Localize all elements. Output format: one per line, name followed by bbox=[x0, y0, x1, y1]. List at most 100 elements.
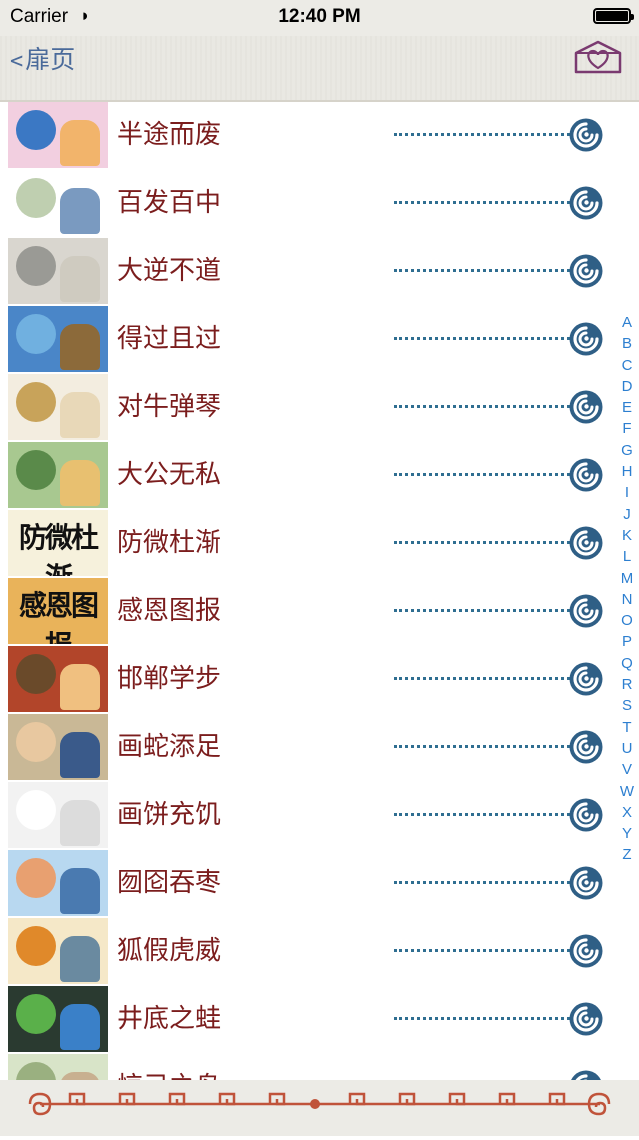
index-letter[interactable]: Y bbox=[618, 823, 636, 844]
list-item[interactable]: 半途而废 bbox=[8, 100, 608, 168]
back-button[interactable]: <扉页 bbox=[10, 40, 75, 76]
spiral-icon[interactable] bbox=[568, 389, 604, 429]
idiom-label: 对牛弹琴 bbox=[117, 392, 222, 422]
chevron-left-icon: < bbox=[10, 49, 24, 74]
idiom-label: 半途而废 bbox=[117, 120, 222, 150]
spiral-icon[interactable] bbox=[568, 253, 604, 293]
index-letter[interactable]: J bbox=[618, 504, 636, 525]
list-item[interactable]: 邯郸学步 bbox=[8, 644, 608, 712]
decorative-footer bbox=[0, 1080, 639, 1136]
idiom-label: 大公无私 bbox=[117, 460, 222, 490]
idiom-thumbnail: 防微杜渐 bbox=[8, 510, 108, 576]
idiom-thumbnail bbox=[8, 1054, 108, 1080]
index-letter[interactable]: C bbox=[618, 355, 636, 376]
index-letter[interactable]: K bbox=[618, 525, 636, 546]
index-letter[interactable]: F bbox=[618, 418, 636, 439]
idiom-label: 画蛇添足 bbox=[117, 732, 222, 762]
idiom-label: 狐假虎威 bbox=[117, 936, 222, 966]
dotted-leader bbox=[394, 949, 570, 952]
index-letter[interactable]: G bbox=[618, 440, 636, 461]
index-letter[interactable]: S bbox=[618, 695, 636, 716]
idiom-label: 井底之蛙 bbox=[117, 1004, 222, 1034]
idiom-thumbnail bbox=[8, 170, 108, 236]
dotted-leader bbox=[394, 541, 570, 544]
index-letter[interactable]: H bbox=[618, 461, 636, 482]
heart-box-icon[interactable] bbox=[573, 39, 623, 79]
idiom-label: 得过且过 bbox=[117, 324, 222, 354]
index-letter[interactable]: D bbox=[618, 376, 636, 397]
idiom-thumbnail bbox=[8, 238, 108, 304]
idiom-list: 半途而废百发百中大逆不道得过且过对牛弹琴大公无私防微杜渐防微杜渐感恩图报感恩图报… bbox=[8, 100, 608, 1080]
list-item[interactable]: 狐假虎威 bbox=[8, 916, 608, 984]
list-item[interactable]: 画蛇添足 bbox=[8, 712, 608, 780]
list-item[interactable]: 防微杜渐防微杜渐 bbox=[8, 508, 608, 576]
dotted-leader bbox=[394, 269, 570, 272]
idiom-thumbnail bbox=[8, 782, 108, 848]
spiral-icon[interactable] bbox=[568, 797, 604, 837]
index-letter[interactable]: E bbox=[618, 397, 636, 418]
spiral-icon[interactable] bbox=[568, 661, 604, 701]
idiom-label: 感恩图报 bbox=[117, 596, 222, 626]
list-item[interactable]: 得过且过 bbox=[8, 304, 608, 372]
status-bar: Carrier ◗ 12:40 PM bbox=[0, 0, 639, 36]
navigation-bar: <扉页 bbox=[0, 36, 639, 102]
index-letter[interactable]: V bbox=[618, 759, 636, 780]
spiral-icon[interactable] bbox=[568, 321, 604, 361]
index-letter[interactable]: W bbox=[618, 781, 636, 802]
list-item[interactable]: 囫囵吞枣 bbox=[8, 848, 608, 916]
index-letter[interactable]: A bbox=[618, 312, 636, 333]
dotted-leader bbox=[394, 813, 570, 816]
idiom-thumbnail bbox=[8, 306, 108, 372]
dotted-leader bbox=[394, 473, 570, 476]
spiral-icon[interactable] bbox=[568, 457, 604, 497]
index-letter[interactable]: B bbox=[618, 333, 636, 354]
index-letter[interactable]: N bbox=[618, 589, 636, 610]
list-item[interactable]: 大公无私 bbox=[8, 440, 608, 508]
back-label: 扉页 bbox=[25, 45, 76, 74]
index-letter[interactable]: R bbox=[618, 674, 636, 695]
idiom-thumbnail bbox=[8, 714, 108, 780]
dotted-leader bbox=[394, 881, 570, 884]
dotted-leader bbox=[394, 745, 570, 748]
idiom-thumbnail bbox=[8, 646, 108, 712]
list-item[interactable]: 画饼充饥 bbox=[8, 780, 608, 848]
spiral-icon[interactable] bbox=[568, 1001, 604, 1041]
index-letter[interactable]: T bbox=[618, 717, 636, 738]
list-item[interactable]: 惊弓之鸟 bbox=[8, 1052, 608, 1080]
idiom-thumbnail bbox=[8, 442, 108, 508]
spiral-icon[interactable] bbox=[568, 593, 604, 633]
index-letter[interactable]: M bbox=[618, 568, 636, 589]
spiral-icon[interactable] bbox=[568, 1069, 604, 1080]
spiral-icon[interactable] bbox=[568, 117, 604, 157]
idiom-thumbnail: 感恩图报 bbox=[8, 578, 108, 644]
battery-icon bbox=[593, 8, 634, 24]
index-letter[interactable]: L bbox=[618, 546, 636, 567]
spiral-icon[interactable] bbox=[568, 933, 604, 973]
index-letter[interactable]: X bbox=[618, 802, 636, 823]
index-letter[interactable]: Z bbox=[618, 844, 636, 865]
list-item[interactable]: 大逆不道 bbox=[8, 236, 608, 304]
list-item[interactable]: 井底之蛙 bbox=[8, 984, 608, 1052]
list-item[interactable]: 对牛弹琴 bbox=[8, 372, 608, 440]
index-letter[interactable]: U bbox=[618, 738, 636, 759]
list-item[interactable]: 百发百中 bbox=[8, 168, 608, 236]
idiom-thumbnail bbox=[8, 986, 108, 1052]
dotted-leader bbox=[394, 609, 570, 612]
idiom-label: 防微杜渐 bbox=[117, 528, 222, 558]
index-letter[interactable]: I bbox=[618, 482, 636, 503]
alphabet-index[interactable]: ABCDEFGHIJKLMNOPQRSTUVWXYZ bbox=[618, 312, 636, 866]
index-letter[interactable]: Q bbox=[618, 653, 636, 674]
dotted-leader bbox=[394, 201, 570, 204]
dotted-leader bbox=[394, 677, 570, 680]
index-letter[interactable]: P bbox=[618, 631, 636, 652]
index-letter[interactable]: O bbox=[618, 610, 636, 631]
spiral-icon[interactable] bbox=[568, 865, 604, 905]
idiom-label: 大逆不道 bbox=[117, 256, 222, 286]
thumbnail-caption: 防微杜渐 bbox=[18, 521, 99, 576]
thumbnail-caption: 感恩图报 bbox=[18, 589, 99, 644]
idiom-thumbnail bbox=[8, 374, 108, 440]
spiral-icon[interactable] bbox=[568, 729, 604, 769]
spiral-icon[interactable] bbox=[568, 525, 604, 565]
list-item[interactable]: 感恩图报感恩图报 bbox=[8, 576, 608, 644]
spiral-icon[interactable] bbox=[568, 185, 604, 225]
